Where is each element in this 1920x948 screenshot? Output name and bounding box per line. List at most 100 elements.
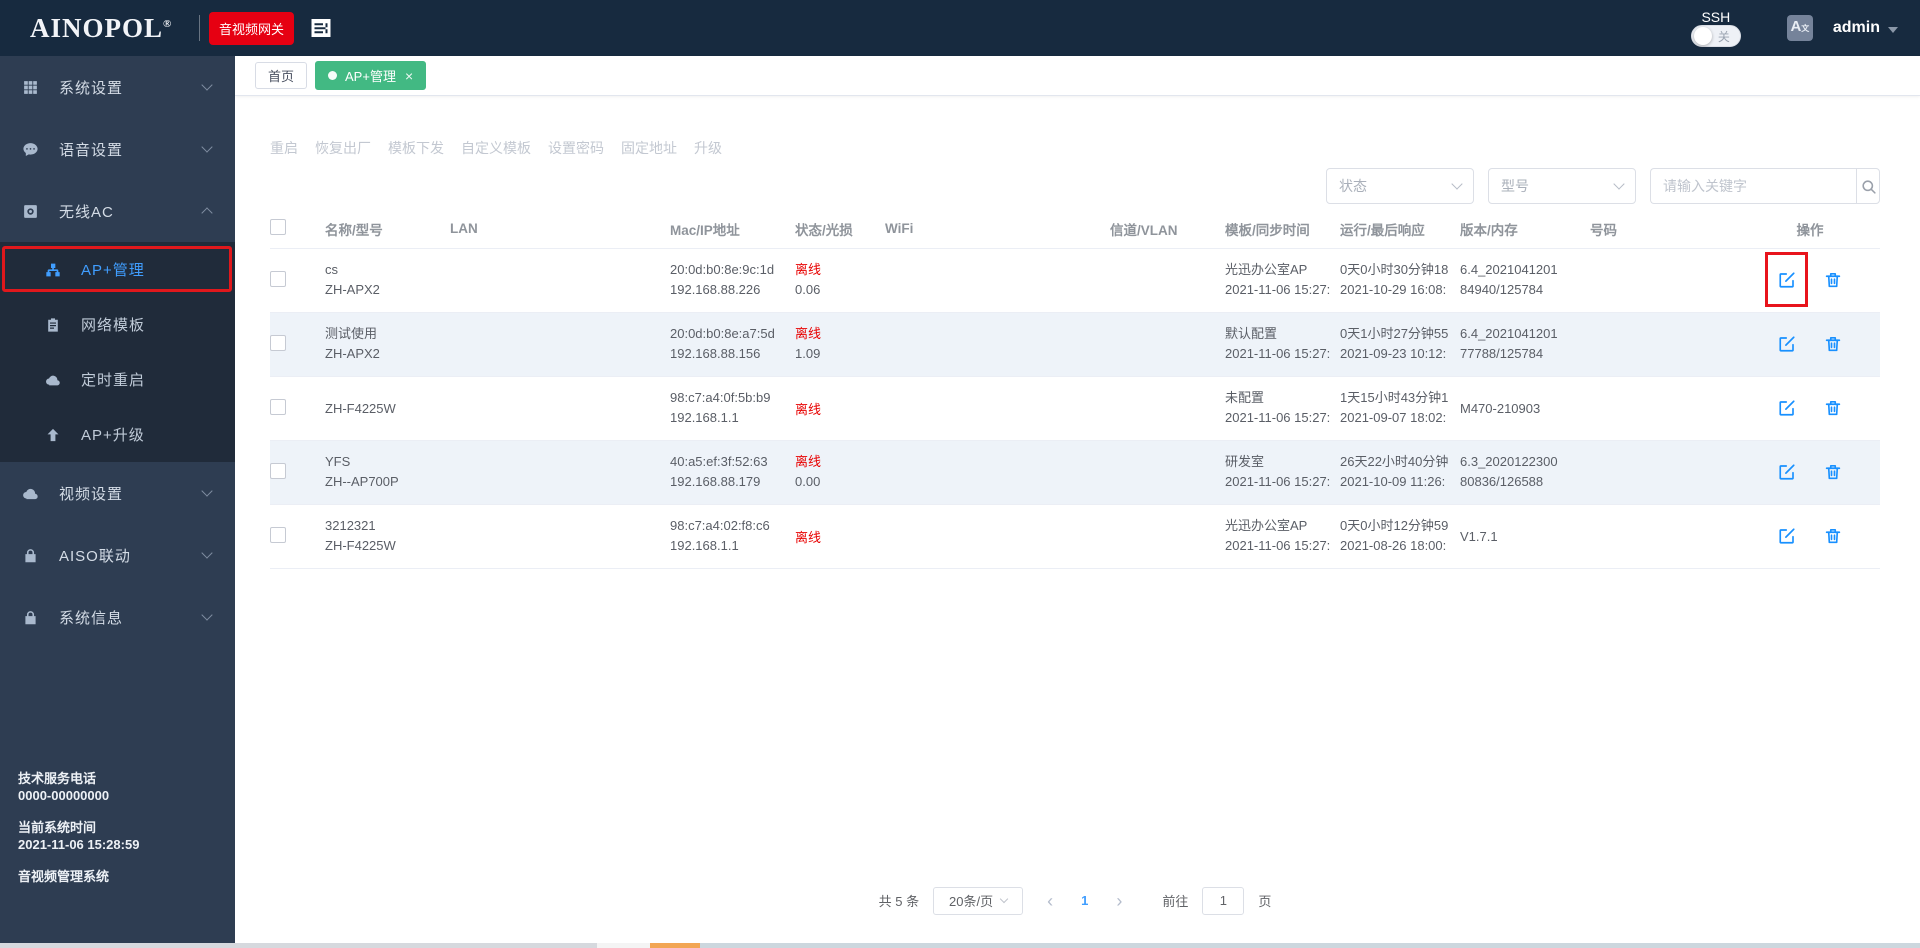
prev-page-button[interactable]: ‹	[1037, 892, 1063, 910]
goto-label: 前往	[1162, 894, 1189, 909]
sidebar-item-aiso-linkage[interactable]: AISO联动	[0, 524, 235, 586]
template-push-button[interactable]: 模板下发	[388, 138, 444, 158]
ssh-label: SSH	[1701, 9, 1731, 25]
sidebar-item-label: AP+管理	[81, 262, 145, 279]
sidebar-item-network-template[interactable]: 网络模板	[0, 297, 235, 352]
custom-template-button[interactable]: 自定义模板	[461, 138, 531, 158]
next-page-button[interactable]: ›	[1106, 892, 1132, 910]
sidebar-item-system-info[interactable]: 系统信息	[0, 586, 235, 648]
table-row: 3212321 ZH-F4225W 98:c7:a4:02:f8:c6 192.168…	[270, 504, 1880, 569]
select-all-checkbox[interactable]	[270, 219, 286, 236]
row-checkbox[interactable]	[270, 526, 286, 543]
column-header: 运行/最后响应	[1340, 210, 1460, 249]
tab-home[interactable]: 首页	[255, 62, 308, 89]
upgrade-button[interactable]: 升级	[694, 138, 722, 158]
sidebar-item-label: 系统信息	[59, 609, 124, 627]
pagination-total: 共 5 条	[878, 894, 920, 909]
chevron-down-icon	[201, 609, 213, 621]
active-dot-icon	[328, 71, 338, 80]
page-suffix: 页	[1258, 894, 1272, 909]
delete-button[interactable]	[1824, 271, 1842, 289]
header-divider	[199, 15, 200, 41]
edit-button[interactable]	[1778, 399, 1796, 417]
sidebar-item-ap-upgrade[interactable]: AP+升级	[0, 407, 235, 462]
delete-button[interactable]	[1824, 335, 1842, 353]
tab-bar: 首页 AP+管理 ×	[235, 56, 1920, 96]
message-panel-icon[interactable]	[309, 16, 333, 40]
column-header: 信道/VLAN	[1110, 210, 1225, 249]
sidebar-item-scheduled-reboot[interactable]: 定时重启	[0, 352, 235, 407]
edit-button[interactable]	[1765, 252, 1808, 307]
column-header: Mac/IP地址	[670, 210, 795, 249]
column-header: 名称/型号	[325, 210, 450, 249]
scrollbar-thumb[interactable]	[650, 943, 700, 948]
sidebar-item-voice-settings[interactable]: 语音设置	[0, 118, 235, 180]
edit-button[interactable]	[1778, 463, 1796, 481]
scrollbar-segment	[700, 943, 1920, 948]
chevron-down-icon	[201, 141, 213, 153]
main-area: 首页 AP+管理 × 重启 恢复出厂 模板下发 自定义模板 设置密码 固定地址 升级 状态 …	[235, 56, 1920, 948]
page-size-select[interactable]: 20条/页	[933, 886, 1024, 915]
chevron-down-icon	[201, 547, 213, 559]
content-panel: 重启 恢复出厂 模板下发 自定义模板 设置密码 固定地址 升级 状态 型号 请输…	[235, 138, 1920, 915]
service-phone-value: 0000-00000000	[18, 788, 110, 803]
table-row: YFS ZH--AP700P 40:a5:ef:3f:52:63 192.168.88…	[270, 440, 1880, 505]
edit-button[interactable]	[1778, 527, 1796, 545]
edit-button[interactable]	[1778, 335, 1796, 353]
close-tab-icon[interactable]: ×	[405, 69, 413, 83]
app-window: AINOPOL® 音视频网关 SSH 关 A文 admin 系统设置语音设置无线…	[0, 0, 1920, 948]
scrollbar-segment	[597, 943, 650, 948]
arrow-up-icon	[45, 427, 61, 443]
row-checkbox[interactable]	[270, 462, 286, 479]
column-header: 号码	[1590, 210, 1740, 249]
row-checkbox[interactable]	[270, 334, 286, 351]
av-gateway-button[interactable]: 音视频网关	[209, 11, 295, 45]
sidebar-item-label: 语音设置	[59, 141, 124, 159]
horizontal-scrollbar[interactable]	[0, 943, 1920, 948]
column-header: 状态/光损	[795, 210, 885, 249]
delete-button[interactable]	[1824, 527, 1842, 545]
app-header: AINOPOL® 音视频网关 SSH 关 A文 admin	[0, 0, 1920, 56]
fixed-address-button[interactable]: 固定地址	[621, 138, 677, 158]
reboot-button[interactable]: 重启	[270, 138, 298, 158]
factory-reset-button[interactable]: 恢复出厂	[315, 138, 371, 158]
edit-icon	[1778, 271, 1796, 289]
chevron-down-icon	[1451, 178, 1463, 190]
column-header: WiFi	[885, 210, 1110, 249]
sidebar-item-video-settings[interactable]: 视频设置	[0, 462, 235, 524]
sidebar-item-system-settings[interactable]: 系统设置	[0, 56, 235, 118]
status-filter-select[interactable]: 状态	[1326, 168, 1474, 204]
tab-ap-management[interactable]: AP+管理 ×	[315, 61, 427, 90]
clipboard-icon	[45, 317, 61, 333]
language-switch-icon[interactable]: A文	[1786, 15, 1813, 41]
trash-icon	[1824, 335, 1842, 353]
delete-button[interactable]	[1824, 399, 1842, 417]
table-header-row: 名称/型号 LAN Mac/IP地址 状态/光损 WiFi 信道/VLAN 模板/同步时间运…	[270, 210, 1880, 249]
pagination: 共 5 条 20条/页 ‹ 1 › 前往 页	[270, 886, 1880, 915]
search-button[interactable]	[1856, 168, 1880, 204]
grid-icon	[22, 79, 39, 96]
chevron-down-icon	[1613, 178, 1625, 190]
sidebar-item-wireless-ac[interactable]: 无线AC	[0, 180, 235, 242]
table-row: 测试使用 ZH-APX2 20:0d:b0:8e:a7:5d 192.168.88.1…	[270, 312, 1880, 377]
column-header: 模板/同步时间	[1225, 210, 1340, 249]
set-password-button[interactable]: 设置密码	[548, 138, 604, 158]
ssh-toggle[interactable]: 关	[1690, 25, 1741, 47]
row-checkbox[interactable]	[270, 398, 286, 415]
disc-icon	[22, 203, 39, 220]
model-filter-select[interactable]: 型号	[1488, 168, 1636, 204]
user-menu[interactable]: admin	[1833, 19, 1898, 37]
trash-icon	[1824, 527, 1842, 545]
lock-icon	[22, 609, 39, 626]
trash-icon	[1824, 399, 1842, 417]
delete-button[interactable]	[1824, 463, 1842, 481]
row-checkbox[interactable]	[270, 270, 286, 287]
table-row: cs ZH-APX2 20:0d:b0:8e:9c:1d 192.168.88.226…	[270, 248, 1880, 313]
toggle-knob-icon	[1693, 27, 1712, 45]
goto-page-input[interactable]	[1202, 886, 1245, 915]
chevron-down-icon	[1888, 26, 1898, 33]
cloud-icon	[45, 372, 61, 388]
keyword-search-input[interactable]	[1650, 168, 1856, 204]
current-page[interactable]: 1	[1077, 893, 1092, 908]
sidebar-item-ap-management[interactable]: AP+管理	[0, 242, 235, 297]
